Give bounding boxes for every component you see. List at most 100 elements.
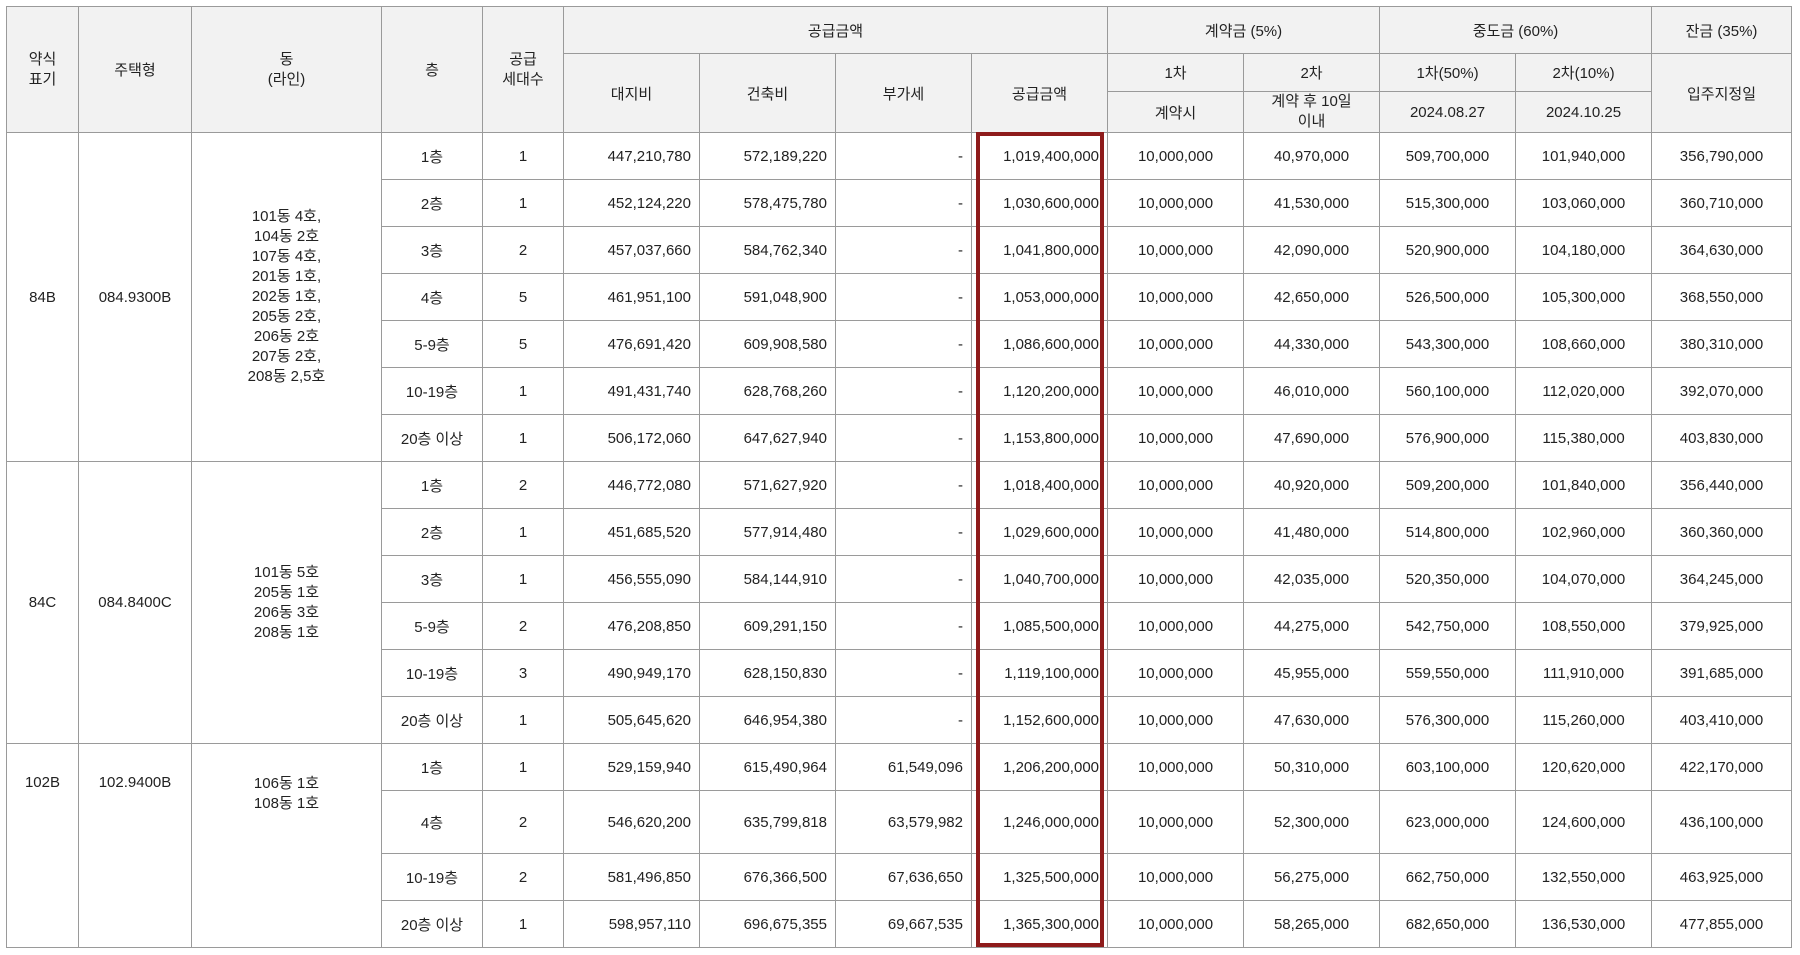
supply-units-cell: 1: [482, 696, 564, 744]
header-supply-units: 공급 세대수: [482, 6, 564, 133]
building-cost-cell: 609,291,150: [699, 602, 836, 650]
supply-units-cell: 1: [482, 900, 564, 948]
supply-amount-cell: 1,053,000,000: [970, 273, 1109, 321]
abbr-cell: 84B: [6, 132, 79, 462]
building-cost-cell: 571,627,920: [699, 461, 836, 509]
floor-cell: 1층: [381, 461, 483, 509]
interim-2nd-cell: 115,380,000: [1515, 414, 1653, 462]
housing-type-cell: 084.8400C: [78, 461, 192, 744]
vat-cell: 61,549,096: [835, 743, 972, 791]
land-cost-cell: 505,645,620: [563, 696, 700, 744]
supply-units-cell: 1: [482, 179, 564, 227]
abbr-cell: 102B: [6, 743, 79, 948]
housing-type-cell: 102.9400B: [78, 743, 192, 948]
floor-cell: 2층: [381, 508, 483, 556]
building-cost-cell: 572,189,220: [699, 132, 836, 180]
vat-cell: -: [835, 508, 972, 556]
balance-cell: 403,410,000: [1651, 696, 1793, 744]
interim-2nd-cell: 124,600,000: [1515, 790, 1653, 854]
contract-1st-cell: 10,000,000: [1107, 508, 1245, 556]
building-cost-cell: 578,475,780: [699, 179, 836, 227]
building-cost-cell: 577,914,480: [699, 508, 836, 556]
vat-cell: -: [835, 320, 972, 368]
balance-cell: 463,925,000: [1651, 853, 1793, 901]
vat-cell: -: [835, 461, 972, 509]
interim-1st-cell: 603,100,000: [1379, 743, 1517, 791]
header-balance-group: 잔금 (35%): [1651, 6, 1793, 54]
balance-cell: 380,310,000: [1651, 320, 1793, 368]
contract-2nd-cell: 44,275,000: [1243, 602, 1381, 650]
floor-cell: 3층: [381, 226, 483, 274]
supply-units-cell: 1: [482, 414, 564, 462]
land-cost-cell: 506,172,060: [563, 414, 700, 462]
interim-2nd-cell: 108,660,000: [1515, 320, 1653, 368]
interim-1st-cell: 543,300,000: [1379, 320, 1517, 368]
contract-1st-cell: 10,000,000: [1107, 461, 1245, 509]
contract-2nd-cell: 47,630,000: [1243, 696, 1381, 744]
interim-2nd-cell: 104,180,000: [1515, 226, 1653, 274]
balance-cell: 422,170,000: [1651, 743, 1793, 791]
interim-2nd-cell: 104,070,000: [1515, 555, 1653, 603]
floor-cell: 4층: [381, 790, 483, 854]
contract-1st-cell: 10,000,000: [1107, 132, 1245, 180]
contract-1st-cell: 10,000,000: [1107, 273, 1245, 321]
contract-1st-cell: 10,000,000: [1107, 900, 1245, 948]
header-contract-1st: 1차: [1107, 53, 1245, 92]
header-contract-1st-when: 계약시: [1107, 91, 1245, 133]
header-supply-amount: 공급금액: [970, 53, 1109, 133]
supply-units-cell: 5: [482, 273, 564, 321]
contract-2nd-cell: 41,530,000: [1243, 179, 1381, 227]
header-interim-1st-date: 2024.08.27: [1379, 91, 1517, 133]
contract-2nd-cell: 42,035,000: [1243, 555, 1381, 603]
building-cost-cell: 609,908,580: [699, 320, 836, 368]
supply-amount-cell: 1,018,400,000: [970, 461, 1109, 509]
building-cost-cell: 646,954,380: [699, 696, 836, 744]
supply-amount-cell: 1,086,600,000: [970, 320, 1109, 368]
interim-2nd-cell: 103,060,000: [1515, 179, 1653, 227]
header-interim-2nd-date: 2024.10.25: [1515, 91, 1653, 133]
header-contract-2nd-when: 계약 후 10일 이내: [1243, 91, 1381, 133]
building-cost-cell: 628,150,830: [699, 649, 836, 697]
contract-2nd-cell: 46,010,000: [1243, 367, 1381, 415]
contract-2nd-cell: 40,920,000: [1243, 461, 1381, 509]
land-cost-cell: 529,159,940: [563, 743, 700, 791]
balance-cell: 391,685,000: [1651, 649, 1793, 697]
supply-units-cell: 5: [482, 320, 564, 368]
interim-1st-cell: 576,300,000: [1379, 696, 1517, 744]
land-cost-cell: 491,431,740: [563, 367, 700, 415]
vat-cell: -: [835, 179, 972, 227]
land-cost-cell: 456,555,090: [563, 555, 700, 603]
vat-cell: 69,667,535: [835, 900, 972, 948]
building-cost-cell: 676,366,500: [699, 853, 836, 901]
interim-2nd-cell: 101,940,000: [1515, 132, 1653, 180]
header-housing-type: 주택형: [78, 6, 192, 133]
floor-cell: 10-19층: [381, 649, 483, 697]
floor-cell: 20층 이상: [381, 414, 483, 462]
land-cost-cell: 447,210,780: [563, 132, 700, 180]
building-cost-cell: 647,627,940: [699, 414, 836, 462]
interim-1st-cell: 520,900,000: [1379, 226, 1517, 274]
contract-2nd-cell: 58,265,000: [1243, 900, 1381, 948]
vat-cell: 63,579,982: [835, 790, 972, 854]
contract-2nd-cell: 42,650,000: [1243, 273, 1381, 321]
balance-cell: 360,360,000: [1651, 508, 1793, 556]
housing-type-cell: 084.9300B: [78, 132, 192, 462]
balance-cell: 436,100,000: [1651, 790, 1793, 854]
interim-2nd-cell: 115,260,000: [1515, 696, 1653, 744]
contract-1st-cell: 10,000,000: [1107, 367, 1245, 415]
contract-1st-cell: 10,000,000: [1107, 649, 1245, 697]
dong-cell: 101동 4호, 104동 2호 107동 4호, 201동 1호, 202동 …: [191, 132, 382, 462]
interim-1st-cell: 682,650,000: [1379, 900, 1517, 948]
vat-cell: 67,636,650: [835, 853, 972, 901]
supply-units-cell: 2: [482, 790, 564, 854]
balance-cell: 392,070,000: [1651, 367, 1793, 415]
supply-price-table: 약식 표기 주택형 동 (라인) 층 공급 세대수 공급금액 계약금 (5%) …: [6, 6, 1793, 948]
floor-cell: 20층 이상: [381, 696, 483, 744]
vat-cell: -: [835, 132, 972, 180]
floor-cell: 1층: [381, 132, 483, 180]
building-cost-cell: 628,768,260: [699, 367, 836, 415]
header-land: 대지비: [563, 53, 700, 133]
contract-1st-cell: 10,000,000: [1107, 414, 1245, 462]
supply-amount-cell: 1,029,600,000: [970, 508, 1109, 556]
supply-amount-cell: 1,040,700,000: [970, 555, 1109, 603]
